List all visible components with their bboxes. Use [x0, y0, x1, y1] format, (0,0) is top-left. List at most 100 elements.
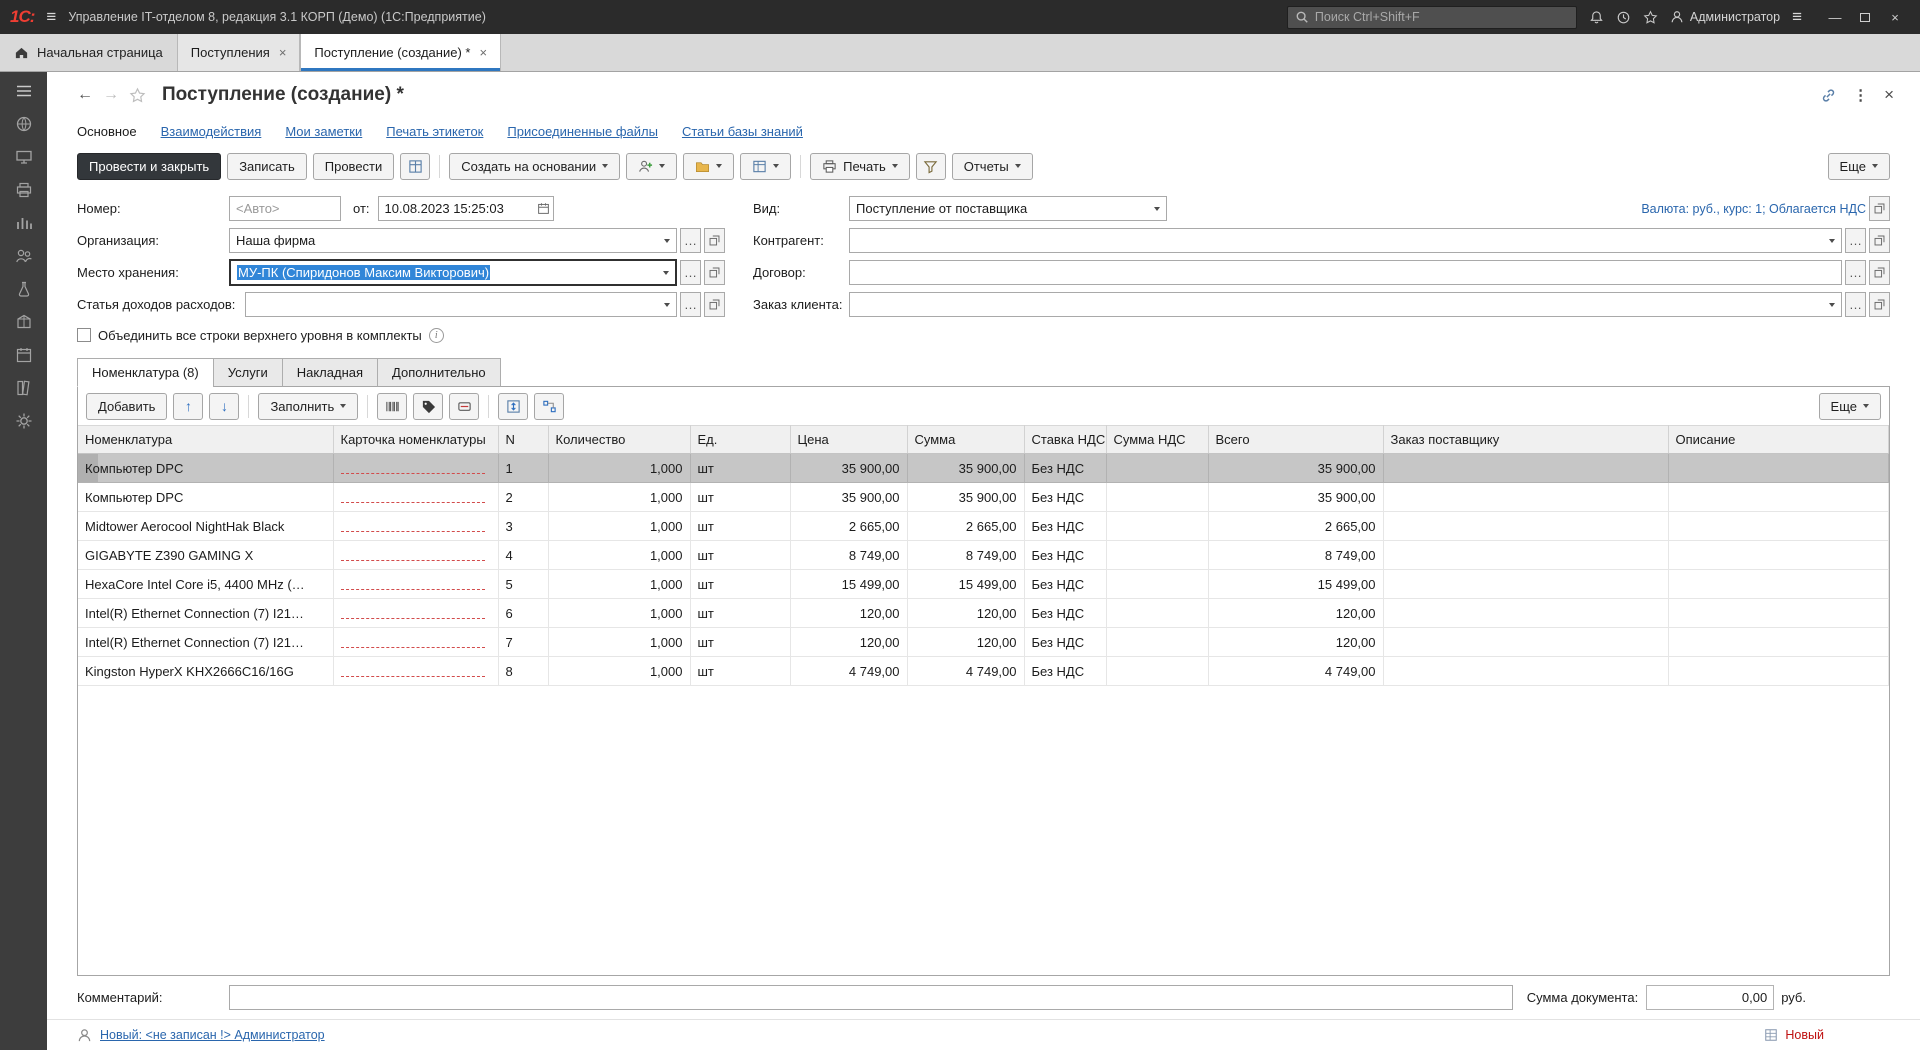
currency-settings-link[interactable]: Валюта: руб., курс: 1; Облагается НДС [1641, 202, 1866, 216]
nav-link-attached-files[interactable]: Присоединенные файлы [507, 124, 658, 139]
table-row[interactable]: Intel(R) Ethernet Connection (7) I21… 7 … [78, 628, 1889, 657]
sidebar-item-equipment-icon[interactable] [15, 148, 33, 166]
post-button[interactable]: Провести [313, 153, 395, 180]
tab-invoice[interactable]: Накладная [282, 358, 377, 387]
nomenclature-card-link[interactable] [341, 489, 485, 503]
table-more-button[interactable]: Еще [1819, 393, 1881, 420]
tab-services[interactable]: Услуги [213, 358, 282, 387]
sidebar-item-reports-icon[interactable] [15, 214, 33, 232]
number-field[interactable]: <Авто> [229, 196, 341, 221]
fit-columns-button[interactable] [498, 393, 528, 420]
column-header[interactable]: Сумма НДС [1106, 426, 1208, 454]
column-header[interactable]: Цена [790, 426, 907, 454]
tab-home[interactable]: Начальная страница [0, 34, 177, 71]
chevron-down-icon[interactable] [1148, 197, 1166, 220]
add-favorite-star-icon[interactable] [129, 87, 146, 104]
organization-field[interactable]: Наша фирма [229, 228, 677, 253]
create-on-base-button[interactable]: Создать на основании [449, 153, 620, 180]
scanner-button[interactable] [449, 393, 479, 420]
date-field[interactable]: 10.08.2023 15:25:03 [378, 196, 554, 221]
contract-choose-button[interactable]: … [1845, 260, 1866, 285]
expense-item-choose-button[interactable]: … [680, 292, 701, 317]
forward-arrow-icon[interactable]: → [103, 86, 119, 104]
attached-files-button[interactable] [683, 153, 734, 180]
table-row[interactable]: Компьютер DPC 2 1,000 шт 35 900,00 35 90… [78, 483, 1889, 512]
table-row[interactable]: Intel(R) Ethernet Connection (7) I21… 6 … [78, 599, 1889, 628]
client-order-open-button[interactable] [1869, 292, 1890, 317]
currency-open-button[interactable] [1869, 196, 1890, 221]
move-row-up-button[interactable]: ↑ [173, 393, 203, 420]
nomenclature-card-link[interactable] [341, 576, 485, 590]
notifications-bell-icon[interactable] [1589, 10, 1604, 25]
barcode-button[interactable] [377, 393, 407, 420]
sidebar-item-printer-icon[interactable] [15, 181, 33, 199]
table-row[interactable]: Kingston HyperX KHX2666C16/16G 8 1,000 ш… [78, 657, 1889, 686]
reports-button[interactable]: Отчеты [952, 153, 1033, 180]
chevron-down-icon[interactable] [657, 261, 675, 284]
fill-button[interactable]: Заполнить [258, 393, 358, 420]
close-document-icon[interactable]: × [1884, 85, 1894, 105]
minimize-icon[interactable]: — [1820, 5, 1850, 29]
sidebar-item-supplies-icon[interactable] [15, 280, 33, 298]
organization-open-button[interactable] [704, 228, 725, 253]
expense-item-field[interactable] [245, 292, 677, 317]
contract-open-button[interactable] [1869, 260, 1890, 285]
add-interaction-button[interactable] [626, 153, 677, 180]
sidebar-item-employees-icon[interactable] [15, 247, 33, 265]
sidebar-item-desktop-icon[interactable] [15, 115, 33, 133]
merge-rows-checkbox[interactable] [77, 328, 91, 342]
chevron-down-icon[interactable] [1823, 229, 1841, 252]
counterparty-open-button[interactable] [1869, 228, 1890, 253]
table-row[interactable]: Midtower Aerocool NightHak Black 3 1,000… [78, 512, 1889, 541]
column-header[interactable]: Ставка НДС [1024, 426, 1106, 454]
checklists-button[interactable] [740, 153, 791, 180]
favorites-star-icon[interactable] [1643, 10, 1658, 25]
sidebar-item-warehouse-icon[interactable] [15, 313, 33, 331]
functions-menu-icon[interactable]: ≡ [1792, 7, 1802, 27]
table-row[interactable]: HexaCore Intel Core i5, 4400 MHz (… 5 1,… [78, 570, 1889, 599]
nomenclature-card-link[interactable] [341, 547, 485, 561]
kind-field[interactable]: Поступление от поставщика [849, 196, 1167, 221]
table-row[interactable]: Компьютер DPC 1 1,000 шт 35 900,00 35 90… [78, 454, 1889, 483]
chevron-down-icon[interactable] [658, 293, 676, 316]
write-button[interactable]: Записать [227, 153, 307, 180]
column-header[interactable]: Карточка номенклатуры [333, 426, 498, 454]
tab-additional[interactable]: Дополнительно [377, 358, 501, 387]
column-header[interactable]: N [498, 426, 548, 454]
comment-field[interactable] [229, 985, 1513, 1010]
back-arrow-icon[interactable]: ← [77, 86, 93, 104]
column-header[interactable]: Ед. [690, 426, 790, 454]
storage-place-open-button[interactable] [704, 260, 725, 285]
column-header[interactable]: Описание [1668, 426, 1889, 454]
price-tag-button[interactable] [413, 393, 443, 420]
chevron-down-icon[interactable] [658, 229, 676, 252]
close-tab-icon[interactable]: × [279, 45, 287, 60]
storage-place-choose-button[interactable]: … [680, 260, 701, 285]
add-row-button[interactable]: Добавить [86, 393, 167, 420]
nav-link-notes[interactable]: Мои заметки [285, 124, 362, 139]
nomenclature-card-link[interactable] [341, 605, 485, 619]
contract-field[interactable] [849, 260, 1842, 285]
register-records-button[interactable] [400, 153, 430, 180]
nav-link-main[interactable]: Основное [77, 124, 137, 139]
expense-item-open-button[interactable] [704, 292, 725, 317]
move-row-down-button[interactable]: ↓ [209, 393, 239, 420]
chevron-down-icon[interactable] [1823, 293, 1841, 316]
history-icon[interactable] [1616, 10, 1631, 25]
client-order-field[interactable] [849, 292, 1842, 317]
column-header[interactable]: Сумма [907, 426, 1024, 454]
counterparty-choose-button[interactable]: … [1845, 228, 1866, 253]
get-link-icon[interactable] [1820, 87, 1837, 104]
info-icon[interactable]: i [429, 328, 444, 343]
column-header[interactable]: Заказ поставщику [1383, 426, 1668, 454]
client-order-choose-button[interactable]: … [1845, 292, 1866, 317]
sidebar-item-knowledge-base-icon[interactable] [15, 379, 33, 397]
organization-choose-button[interactable]: … [680, 228, 701, 253]
nomenclature-card-link[interactable] [341, 518, 485, 532]
document-status-link[interactable]: Новый: <не записан !> Администратор [100, 1028, 325, 1042]
column-header[interactable]: Номенклатура [78, 426, 333, 454]
tab-receipt-create[interactable]: Поступление (создание) * × [300, 34, 501, 71]
sidebar-item-calendar-icon[interactable] [15, 346, 33, 364]
sidebar-menu-icon[interactable] [15, 82, 33, 100]
counterparty-field[interactable] [849, 228, 1842, 253]
